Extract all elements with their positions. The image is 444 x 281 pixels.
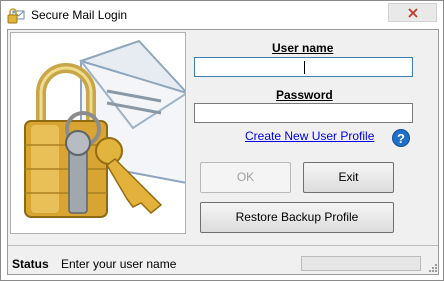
close-button[interactable] xyxy=(388,3,437,22)
text-caret xyxy=(304,61,305,74)
username-label: User name xyxy=(272,41,334,55)
window-title: Secure Mail Login xyxy=(31,8,128,22)
status-label: Status xyxy=(12,257,49,271)
progress-bar xyxy=(301,256,421,271)
help-icon[interactable]: ? xyxy=(392,129,410,147)
username-field[interactable] xyxy=(194,57,413,77)
status-message: Enter your user name xyxy=(61,257,177,271)
title-bar[interactable]: Secure Mail Login xyxy=(1,1,443,29)
close-icon xyxy=(408,8,418,18)
restore-backup-button[interactable]: Restore Backup Profile xyxy=(200,202,394,233)
ok-button[interactable]: OK xyxy=(200,162,291,193)
padlock-keys-envelope-icon xyxy=(24,39,189,218)
status-bar: Status Enter your user name xyxy=(8,245,438,274)
client-area: User name Password Create New User Profi… xyxy=(7,29,439,275)
resize-grip-icon[interactable] xyxy=(427,262,437,272)
password-label: Password xyxy=(276,88,333,102)
exit-button[interactable]: Exit xyxy=(303,162,394,193)
create-profile-link[interactable]: Create New User Profile xyxy=(245,129,374,143)
padlock-mail-icon xyxy=(7,8,25,24)
login-window: Secure Mail Login User name Password Cre… xyxy=(0,0,444,281)
password-field[interactable] xyxy=(194,103,413,123)
illustration-panel xyxy=(10,32,189,234)
